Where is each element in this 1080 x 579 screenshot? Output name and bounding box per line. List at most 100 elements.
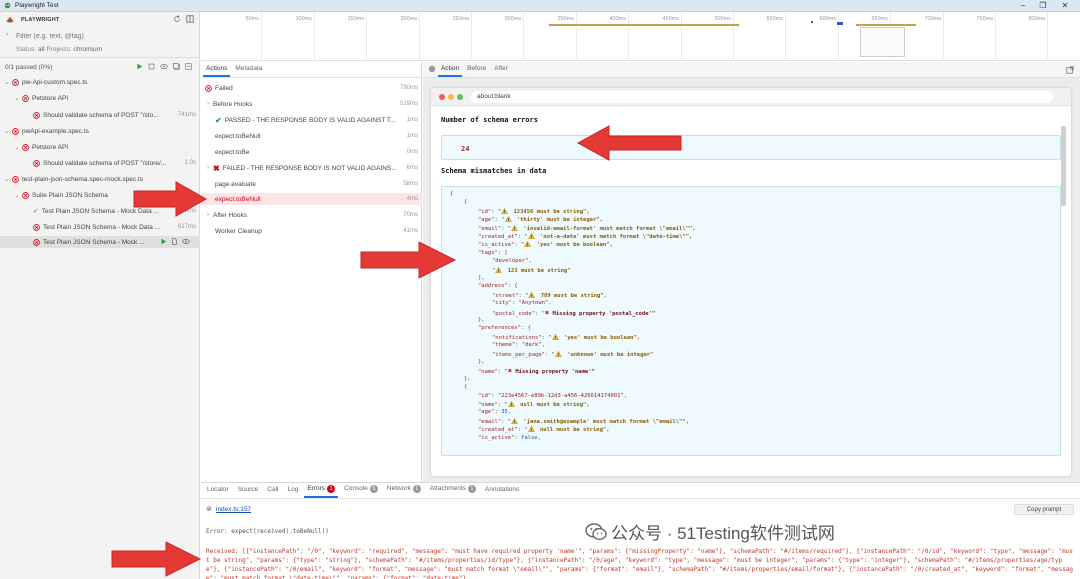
json-line: "theme": "dark", xyxy=(492,342,545,348)
json-token: , xyxy=(548,300,552,307)
tab-log[interactable]: Log xyxy=(285,486,302,498)
tree-test-item-selected[interactable]: Test Plain JSON Schema - Mock ... xyxy=(0,236,200,248)
tab-label: Network xyxy=(386,485,411,492)
action-row[interactable]: Failed 790ms xyxy=(201,82,422,94)
chevron-right-icon[interactable]: › xyxy=(205,101,211,107)
tab-network[interactable]: Network 1 xyxy=(384,485,424,498)
json-token: : xyxy=(511,300,519,307)
tab-after[interactable]: After xyxy=(491,65,511,77)
failed-status-icon xyxy=(33,223,40,231)
chevron-down-icon[interactable]: ⌄ xyxy=(14,144,20,151)
tree-label: Suite Plain JSON Schema xyxy=(32,191,108,199)
tab-source[interactable]: Source xyxy=(235,486,262,498)
json-line: "is_active": false, xyxy=(478,435,541,441)
red-arrow-pointing-right xyxy=(133,181,208,217)
action-row[interactable]: Worker Cleanup 41ms xyxy=(201,225,422,237)
chevron-down-icon[interactable]: ⌄ xyxy=(14,192,20,199)
tab-call[interactable]: Call xyxy=(264,486,281,498)
tab-console[interactable]: Console 5 xyxy=(341,485,381,498)
json-token: , xyxy=(528,258,532,265)
tree-file-pwapi-example[interactable]: ⌄ pwApi-example.spec.ts xyxy=(0,125,200,137)
tab-metadata[interactable]: Metadata xyxy=(232,65,265,77)
json-token: 'thirty' must be integer", xyxy=(513,217,603,224)
trace-timeline[interactable]: 50ms 100ms 150ms 200ms 250ms 300ms 350ms 400ms 4… xyxy=(201,12,1080,61)
tab-before[interactable]: Before xyxy=(464,65,489,77)
playwright-ui-window: Playwright Test – ❐ ✕ PLAYWRIGHT › Statu… xyxy=(0,0,1080,579)
json-line: "address": { xyxy=(478,283,518,289)
error-source-link[interactable]: index.ts:157 xyxy=(216,506,251,513)
warning-icon xyxy=(495,266,503,273)
refresh-icon[interactable] xyxy=(173,15,181,23)
failed-status-icon xyxy=(12,127,19,135)
json-token: : " xyxy=(514,242,525,249)
cross-mark-icon: ✖ xyxy=(213,163,220,173)
vertical-scrollbar[interactable] xyxy=(1061,126,1066,206)
failed-status-icon xyxy=(22,94,29,102)
timeline-screenshot-thumb[interactable] xyxy=(860,27,905,57)
watch-icon[interactable] xyxy=(160,63,168,70)
action-row[interactable]: ✔ PASSED - THE RESPONSE BODY IS VALID AG… xyxy=(201,114,422,126)
tab-errors[interactable]: Errors 1 xyxy=(304,485,339,498)
action-row-selected[interactable]: expect.toBeNull 4ms xyxy=(201,193,422,205)
action-row[interactable]: › After Hooks 70ms xyxy=(201,209,422,221)
action-row[interactable]: › Before Hooks 519ms xyxy=(201,98,422,110)
snapshot-panel: Action Before After about:blank Number o… xyxy=(423,62,1080,482)
action-duration: 70ms xyxy=(403,212,418,218)
run-test-icon[interactable] xyxy=(160,238,167,245)
tree-file-pw-api-custom[interactable]: ⌄ pw-Api-custom.spec.ts xyxy=(0,76,200,88)
collapse-all-icon[interactable] xyxy=(173,63,180,70)
tab-actions[interactable]: Actions xyxy=(203,65,231,77)
tab-attachments[interactable]: Attachments 1 xyxy=(427,485,479,498)
tree-suite-petstore-api[interactable]: ⌄ Petstore API xyxy=(0,141,200,153)
open-in-window-icon[interactable] xyxy=(1066,66,1074,74)
json-line: "items_per_page": " 'unknown' must be in… xyxy=(492,350,653,358)
chevron-down-icon[interactable]: ⌄ xyxy=(14,95,20,102)
chevron-right-icon[interactable]: › xyxy=(6,31,8,38)
tree-test-item[interactable]: Should validate schema of POST "/store/.… xyxy=(0,157,200,169)
tree-test-item[interactable]: Should validate schema of POST "/sto... … xyxy=(0,109,200,121)
tab-locator[interactable]: Locator xyxy=(204,486,232,498)
projects-value[interactable]: chromium xyxy=(73,46,102,53)
status-value[interactable]: all xyxy=(38,46,45,53)
chevron-down-icon[interactable]: ⌄ xyxy=(4,79,10,86)
json-token: "tags" xyxy=(478,249,498,256)
stop-icon[interactable] xyxy=(148,63,155,70)
pick-locator-icon[interactable] xyxy=(428,65,436,73)
copy-prompt-button[interactable]: Copy prompt xyxy=(1014,504,1074,515)
json-line: "developer", xyxy=(492,258,532,264)
tab-annotations[interactable]: Annotations xyxy=(482,486,522,498)
errors-count-badge: 1 xyxy=(327,485,336,493)
run-all-icon[interactable] xyxy=(136,63,143,70)
json-token: : " xyxy=(494,217,505,224)
close-icon[interactable]: ✕ xyxy=(1060,1,1070,11)
tree-label: Test Plain JSON Schema - Mock ... xyxy=(43,238,145,246)
filter-row: › Status: all Projects: chromium xyxy=(0,28,200,58)
maximize-icon[interactable]: ❐ xyxy=(1038,1,1048,11)
json-token: { xyxy=(464,384,468,391)
open-file-icon[interactable] xyxy=(171,238,178,245)
action-row[interactable]: expect.toBeNull 1ms xyxy=(201,130,422,142)
timeline-tick: 700ms xyxy=(924,12,944,61)
action-row[interactable]: page.evaluate 58ms xyxy=(201,178,422,190)
tree-suite-petstore-api[interactable]: ⌄ Petstore API xyxy=(0,92,200,104)
json-line: "created_at": " 'not-a-date' must match … xyxy=(478,233,692,240)
chevron-down-icon[interactable]: ⌄ xyxy=(4,128,10,135)
snapshot-tab-bar: Action Before After xyxy=(423,62,1080,78)
timeline-tick: 300ms xyxy=(504,12,524,61)
tab-action[interactable]: Action xyxy=(438,65,463,77)
layout-toggle-icon[interactable] xyxy=(186,15,194,23)
watch-test-icon[interactable] xyxy=(182,238,190,245)
action-row[interactable]: expect.toBe 0ms xyxy=(201,146,422,158)
filter-input[interactable] xyxy=(16,31,191,42)
address-bar[interactable]: about:blank xyxy=(471,91,1053,103)
expand-all-icon[interactable] xyxy=(185,63,192,70)
timeline-action-bar xyxy=(549,24,739,26)
json-line: "email": " 'jane.smith@example' must mat… xyxy=(478,417,689,425)
action-row[interactable]: › ✖ FAILED - THE RESPONSE BODY IS NOT VA… xyxy=(201,162,422,174)
json-token: "is_active" xyxy=(478,434,515,441)
chevron-right-icon[interactable]: › xyxy=(205,165,211,171)
chevron-down-icon[interactable]: ⌄ xyxy=(4,176,10,183)
action-label: FAILED - THE RESPONSE BODY IS NOT VALID … xyxy=(222,164,397,172)
minimize-icon[interactable]: – xyxy=(1018,1,1028,11)
tree-test-item[interactable]: Test Plain JSON Schema - Mock Data ... 6… xyxy=(0,221,200,233)
